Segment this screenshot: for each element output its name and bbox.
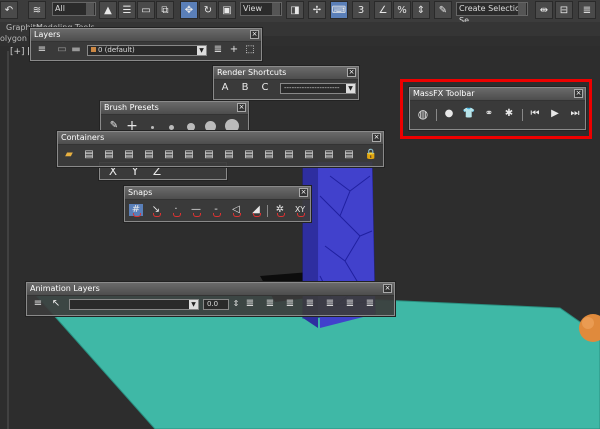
close-icon[interactable]: ×: [250, 30, 259, 39]
anim-layer-dropdown[interactable]: ▼: [69, 299, 199, 310]
animation-layers-title: Animation Layers: [30, 284, 100, 293]
bind-space-warp-icon[interactable]: ≋: [28, 1, 46, 19]
close-icon[interactable]: ×: [237, 103, 246, 112]
layer-explorer-icon[interactable]: ≣: [578, 1, 596, 19]
midpoint-snap-icon[interactable]: -: [209, 204, 223, 217]
select-by-name-icon[interactable]: ☰: [118, 1, 136, 19]
vertex-snap-icon[interactable]: ·: [169, 204, 183, 217]
reference-coord-dropdown[interactable]: View: [240, 2, 282, 16]
containers-toolbar: Containers × ▰ ▤ ▤ ▤ ▤ ▤ ▤ ▤ ▤ ▤ ▤ ▤ ▤ ▤ …: [57, 131, 384, 167]
weight-spinner-icon[interactable]: ⇕: [229, 298, 243, 310]
axis-constraint-snap-button[interactable]: XY: [293, 204, 307, 217]
select-move-icon[interactable]: ✥: [180, 1, 198, 19]
undo-icon[interactable]: ↶: [0, 1, 18, 19]
angle-snap-icon[interactable]: ∠: [374, 1, 392, 19]
main-toolbar: ↶ ≋ All ▲ ☰ ▭ ⧉ ✥ ↻ ▣ View ◨ ✢ ⌨ 3 ∠ % ⇕…: [0, 0, 600, 25]
align-icon[interactable]: ⊟: [555, 1, 573, 19]
allow-edit-icon[interactable]: ▤: [342, 149, 356, 161]
make-unique-icon[interactable]: ▤: [282, 149, 296, 161]
grid-points-snap-icon[interactable]: #: [129, 204, 143, 217]
brush-preset-1-icon[interactable]: [151, 126, 154, 129]
chevron-down-icon: ▼: [346, 84, 355, 93]
separator: [267, 205, 268, 217]
containers-title: Containers: [61, 133, 105, 142]
layer-weight-field[interactable]: 0.0: [203, 299, 229, 310]
highlight-frame: [400, 79, 592, 139]
select-active-layer-icon[interactable]: ↖: [49, 298, 63, 310]
close-icon[interactable]: ×: [347, 68, 356, 77]
named-selection-icon[interactable]: ✎: [434, 1, 452, 19]
anim-layer-properties-icon[interactable]: ≣: [243, 298, 257, 310]
select-manipulate-icon[interactable]: ✢: [308, 1, 326, 19]
enable-anim-layers-icon[interactable]: ≡: [31, 298, 45, 310]
select-rotate-icon[interactable]: ↻: [199, 1, 217, 19]
chevron-down-icon: ▼: [189, 300, 198, 309]
snap-options-icon[interactable]: ✲: [273, 204, 287, 217]
render-shortcuts-title: Render Shortcuts: [217, 68, 287, 77]
close-icon[interactable]: ×: [383, 284, 392, 293]
add-anim-layer-icon[interactable]: ≣: [263, 298, 277, 310]
window-crossing-icon[interactable]: ⧉: [156, 1, 174, 19]
layer-manager-icon[interactable]: ≡: [35, 44, 49, 56]
brush-preset-3-icon[interactable]: [187, 123, 195, 131]
selection-set-input[interactable]: Create Selection Se: [456, 2, 528, 25]
merge-container-icon[interactable]: ▤: [302, 149, 316, 161]
current-layer-dropdown[interactable]: 0 (default) ▼: [87, 45, 207, 56]
mirror-icon[interactable]: ⇹: [535, 1, 553, 19]
animation-layers-toolbar: Animation Layers × ≡ ↖ ▼ 0.0 ⇕ ≣ ≣ ≣ ≣ ≣ …: [26, 282, 395, 316]
render-preset-dropdown[interactable]: ---------------------- ▼: [280, 83, 356, 94]
paste-active-anim-layer-icon[interactable]: ≣: [323, 298, 337, 310]
reload-container-icon[interactable]: ▤: [262, 149, 276, 161]
inherit-container-icon[interactable]: ▰: [62, 149, 76, 161]
load-container-icon[interactable]: ▤: [142, 149, 156, 161]
add-to-container-icon[interactable]: ▤: [102, 149, 116, 161]
hide-icon[interactable]: ▭: [55, 44, 69, 56]
endpoint-snap-icon[interactable]: —: [189, 204, 203, 217]
snaps-toolbar: Snaps × # ↘ · — - ◁ ◢ ✲ XY: [124, 186, 311, 222]
brush-preset-2-icon[interactable]: [169, 125, 174, 130]
select-scale-icon[interactable]: ▣: [218, 1, 236, 19]
update-container-icon[interactable]: ▤: [242, 149, 256, 161]
render-preset-b-button[interactable]: B: [238, 82, 252, 94]
create-container-icon[interactable]: ▤: [82, 149, 96, 161]
edit-in-place-icon[interactable]: ▤: [322, 149, 336, 161]
keyboard-shortcut-icon[interactable]: ⌨: [330, 1, 348, 19]
viewport-label[interactable]: [+] [: [10, 47, 31, 57]
lock-container-icon[interactable]: 🔒: [364, 149, 378, 161]
freeze-icon[interactable]: ▬: [69, 44, 83, 56]
pivot-icon[interactable]: ◨: [286, 1, 304, 19]
layers-toolbar: Layers × ≡ ▭ ▬ 0 (default) ▼ ≣ + ⬚: [30, 28, 262, 61]
layers-title: Layers: [34, 30, 61, 39]
percent-snap-icon[interactable]: %: [393, 1, 411, 19]
new-layer-icon[interactable]: ≣: [211, 44, 225, 56]
snaps-title: Snaps: [128, 188, 153, 197]
face-snap-icon[interactable]: ◢: [249, 204, 263, 217]
pivot-snap-icon[interactable]: ↘: [149, 204, 163, 217]
delete-anim-layer-icon[interactable]: ≣: [283, 298, 297, 310]
layer-color-swatch-icon: [91, 47, 96, 52]
collapse-anim-layer-icon[interactable]: ≣: [363, 298, 377, 310]
save-container-icon[interactable]: ▤: [222, 149, 236, 161]
remove-from-container-icon[interactable]: ▤: [122, 149, 136, 161]
unload-container-icon[interactable]: ▤: [162, 149, 176, 161]
close-icon[interactable]: ×: [372, 133, 381, 142]
close-icon[interactable]: ×: [299, 188, 308, 197]
close-container-icon[interactable]: ▤: [202, 149, 216, 161]
open-container-icon[interactable]: ▤: [182, 149, 196, 161]
paste-new-anim-layer-icon[interactable]: ≣: [343, 298, 357, 310]
selection-filter-dropdown[interactable]: All: [52, 2, 96, 16]
chevron-down-icon: ▼: [197, 46, 206, 55]
rect-selection-icon[interactable]: ▭: [137, 1, 155, 19]
render-preset-c-button[interactable]: C: [258, 82, 272, 94]
edge-snap-icon[interactable]: ◁: [229, 204, 243, 217]
add-to-layer-icon[interactable]: +: [227, 44, 241, 56]
copy-anim-layer-icon[interactable]: ≣: [303, 298, 317, 310]
spinner-snap-icon[interactable]: ⇕: [412, 1, 430, 19]
snap-toggle-icon[interactable]: 3: [352, 1, 370, 19]
render-shortcuts-toolbar: Render Shortcuts × A B C ----------------…: [213, 66, 359, 100]
brush-presets-title: Brush Presets: [104, 103, 159, 112]
select-in-layer-icon[interactable]: ⬚: [243, 44, 257, 56]
render-preset-a-button[interactable]: A: [218, 82, 232, 94]
select-object-icon[interactable]: ▲: [99, 1, 117, 19]
